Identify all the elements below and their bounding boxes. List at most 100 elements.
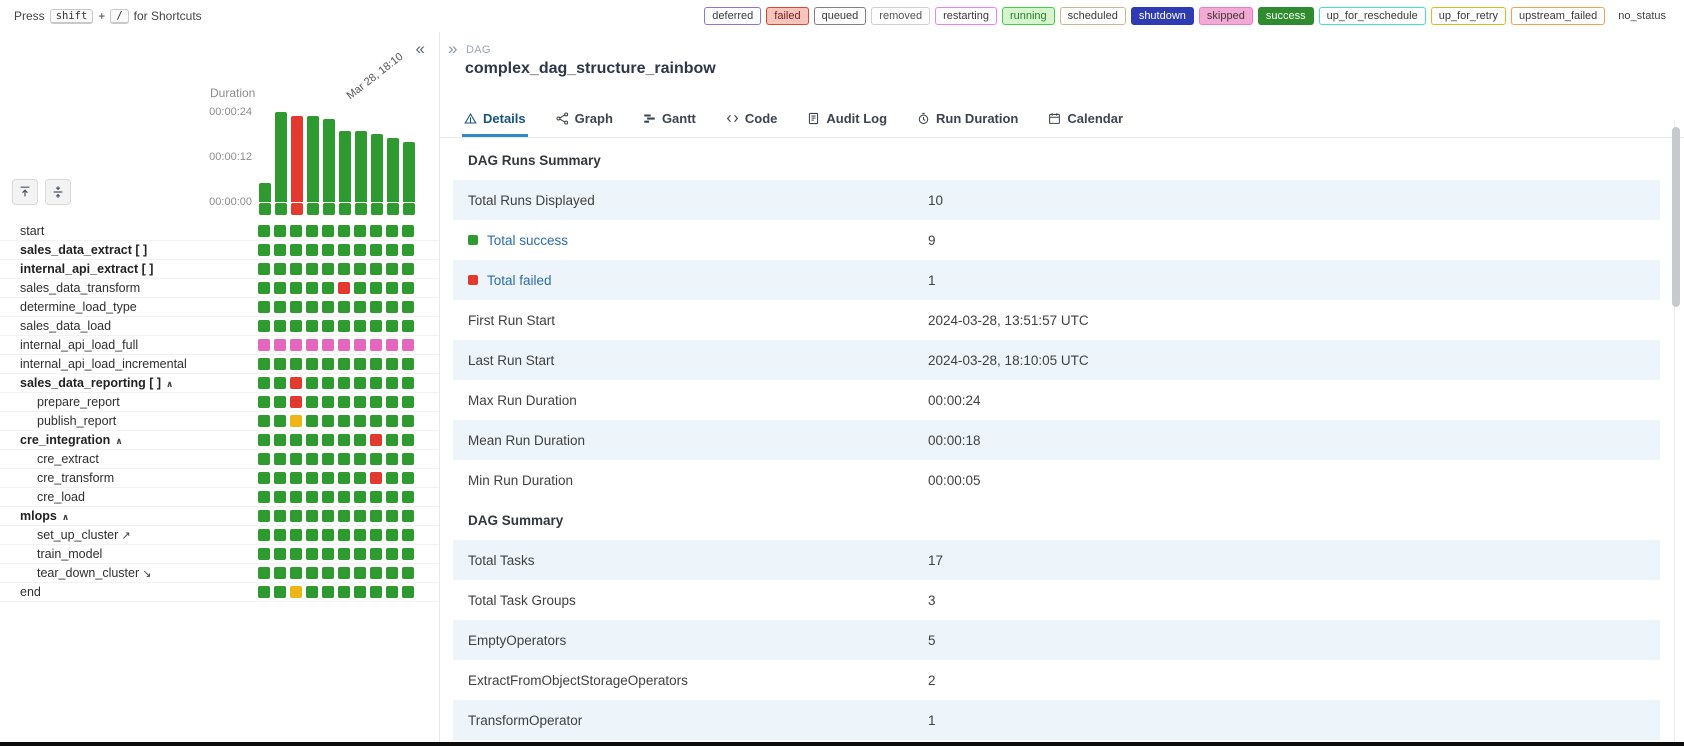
- task-instance-square[interactable]: [290, 263, 302, 275]
- task-instance-square[interactable]: [322, 339, 334, 351]
- task-name[interactable]: sales_data_transform: [20, 281, 258, 295]
- task-instance-square[interactable]: [258, 358, 270, 370]
- dag-run-duration-bar[interactable]: [259, 183, 271, 202]
- expand-panel-button[interactable]: »: [448, 40, 457, 57]
- task-instance-square[interactable]: [258, 491, 270, 503]
- task-instance-square[interactable]: [258, 263, 270, 275]
- task-instance-square[interactable]: [402, 472, 414, 484]
- task-name[interactable]: mlops∧: [20, 509, 258, 523]
- task-instance-square[interactable]: [354, 282, 366, 294]
- collapse-group-icon[interactable]: ∧: [166, 379, 173, 389]
- task-instance-square[interactable]: [306, 339, 318, 351]
- task-instance-square[interactable]: [274, 225, 286, 237]
- task-instance-square[interactable]: [402, 567, 414, 579]
- task-name[interactable]: publish_report: [20, 414, 258, 428]
- task-instance-square[interactable]: [290, 453, 302, 465]
- dag-run-square[interactable]: [323, 203, 335, 215]
- task-instance-square[interactable]: [402, 282, 414, 294]
- task-instance-square[interactable]: [322, 282, 334, 294]
- task-instance-square[interactable]: [274, 282, 286, 294]
- task-instance-square[interactable]: [386, 510, 398, 522]
- task-name[interactable]: sales_data_extract [ ]: [20, 243, 258, 257]
- task-instance-square[interactable]: [290, 358, 302, 370]
- task-instance-square[interactable]: [274, 434, 286, 446]
- task-instance-square[interactable]: [354, 263, 366, 275]
- task-instance-square[interactable]: [274, 339, 286, 351]
- task-instance-square[interactable]: [386, 491, 398, 503]
- task-instance-square[interactable]: [402, 434, 414, 446]
- task-instance-square[interactable]: [370, 377, 382, 389]
- task-instance-square[interactable]: [322, 225, 334, 237]
- task-instance-square[interactable]: [274, 320, 286, 332]
- task-instance-square[interactable]: [370, 491, 382, 503]
- task-instance-square[interactable]: [370, 225, 382, 237]
- dag-run-duration-bar[interactable]: [355, 131, 367, 202]
- legend-badge-removed[interactable]: removed: [871, 7, 930, 25]
- task-instance-square[interactable]: [306, 567, 318, 579]
- dag-run-duration-bar[interactable]: [403, 142, 415, 202]
- task-instance-square[interactable]: [386, 548, 398, 560]
- task-instance-square[interactable]: [402, 225, 414, 237]
- task-instance-square[interactable]: [402, 301, 414, 313]
- task-instance-square[interactable]: [274, 263, 286, 275]
- task-instance-square[interactable]: [386, 225, 398, 237]
- task-instance-square[interactable]: [386, 396, 398, 408]
- task-instance-square[interactable]: [370, 434, 382, 446]
- task-instance-square[interactable]: [386, 339, 398, 351]
- task-instance-square[interactable]: [370, 358, 382, 370]
- task-instance-square[interactable]: [322, 377, 334, 389]
- task-instance-square[interactable]: [386, 377, 398, 389]
- task-instance-square[interactable]: [258, 339, 270, 351]
- task-instance-square[interactable]: [338, 358, 350, 370]
- dag-run-square[interactable]: [339, 203, 351, 215]
- task-instance-square[interactable]: [322, 548, 334, 560]
- task-name[interactable]: prepare_report: [20, 395, 258, 409]
- task-name[interactable]: train_model: [20, 547, 258, 561]
- task-instance-square[interactable]: [290, 472, 302, 484]
- task-instance-square[interactable]: [258, 529, 270, 541]
- task-instance-square[interactable]: [354, 358, 366, 370]
- task-instance-square[interactable]: [322, 244, 334, 256]
- task-instance-square[interactable]: [274, 415, 286, 427]
- task-instance-square[interactable]: [370, 548, 382, 560]
- task-instance-square[interactable]: [322, 415, 334, 427]
- task-instance-square[interactable]: [338, 377, 350, 389]
- dag-run-duration-bar[interactable]: [307, 116, 319, 202]
- task-instance-square[interactable]: [370, 567, 382, 579]
- task-instance-square[interactable]: [354, 453, 366, 465]
- task-name[interactable]: end: [20, 585, 258, 599]
- task-instance-square[interactable]: [306, 377, 318, 389]
- task-instance-square[interactable]: [338, 301, 350, 313]
- task-instance-square[interactable]: [306, 225, 318, 237]
- task-instance-square[interactable]: [306, 529, 318, 541]
- task-instance-square[interactable]: [306, 491, 318, 503]
- task-instance-square[interactable]: [402, 263, 414, 275]
- task-instance-square[interactable]: [338, 244, 350, 256]
- task-instance-square[interactable]: [306, 282, 318, 294]
- task-instance-square[interactable]: [354, 396, 366, 408]
- task-instance-square[interactable]: [290, 282, 302, 294]
- collapse-grid-panel-button[interactable]: «: [416, 40, 425, 57]
- task-instance-square[interactable]: [322, 510, 334, 522]
- task-instance-square[interactable]: [370, 244, 382, 256]
- task-instance-square[interactable]: [306, 358, 318, 370]
- task-instance-square[interactable]: [290, 301, 302, 313]
- task-instance-square[interactable]: [402, 529, 414, 541]
- task-instance-square[interactable]: [354, 225, 366, 237]
- task-name[interactable]: cre_integration∧: [20, 433, 258, 447]
- task-instance-square[interactable]: [290, 434, 302, 446]
- task-instance-square[interactable]: [290, 225, 302, 237]
- task-instance-square[interactable]: [258, 453, 270, 465]
- task-instance-square[interactable]: [258, 377, 270, 389]
- task-instance-square[interactable]: [306, 453, 318, 465]
- task-instance-square[interactable]: [306, 586, 318, 598]
- task-instance-square[interactable]: [322, 396, 334, 408]
- task-instance-square[interactable]: [354, 339, 366, 351]
- task-instance-square[interactable]: [370, 510, 382, 522]
- task-instance-square[interactable]: [322, 453, 334, 465]
- task-instance-square[interactable]: [274, 472, 286, 484]
- task-instance-square[interactable]: [258, 567, 270, 579]
- task-instance-square[interactable]: [338, 586, 350, 598]
- tab-code[interactable]: Code: [724, 100, 780, 137]
- task-instance-square[interactable]: [338, 567, 350, 579]
